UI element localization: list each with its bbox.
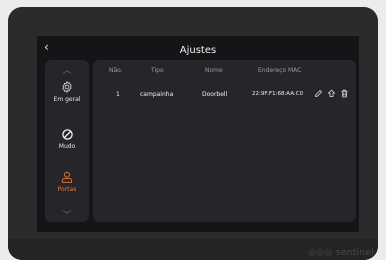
brand-logo-text: sentinel <box>335 248 374 258</box>
sidebar: ︿ Em geral Mudo Portas ﹀ <box>45 60 89 222</box>
devices-table: Não. Tipo Nome Endereço MAC 1 campainha … <box>93 60 356 222</box>
door-person-icon <box>61 171 73 183</box>
sidebar-item-portas[interactable]: Portas <box>45 170 89 193</box>
column-header-name: Nome <box>205 67 223 74</box>
sidebar-item-mudo[interactable]: Mudo <box>45 128 89 150</box>
cell-type: campainha <box>140 91 174 98</box>
settings-screen: ‹ Ajustes ︿ Em geral Mudo Portas ﹀ Não. … <box>37 36 359 232</box>
column-header-no: Não. <box>109 67 123 74</box>
scroll-up-icon[interactable]: ︿ <box>45 63 89 76</box>
sidebar-item-label: Em geral <box>53 96 81 103</box>
sidebar-item-label: Portas <box>57 186 77 193</box>
edit-icon[interactable] <box>314 89 323 98</box>
cell-mac: 22:9F:F1:68:AA:C0 <box>252 91 304 97</box>
sidebar-item-em-geral[interactable]: Em geral <box>45 80 89 103</box>
mute-icon <box>61 129 73 140</box>
page-title: Ajustes <box>179 45 217 56</box>
brand-logo: ◎◎◎ sentinel <box>308 248 374 258</box>
column-header-type: Tipo <box>151 67 164 74</box>
column-header-mac: Endereço MAC <box>258 67 302 74</box>
add-icon[interactable] <box>327 89 336 98</box>
cell-no: 1 <box>116 91 120 98</box>
trash-icon[interactable] <box>340 89 349 98</box>
gear-icon <box>62 80 72 94</box>
sidebar-item-label: Mudo <box>58 143 76 150</box>
cell-name: Doorbell <box>202 91 228 98</box>
scroll-down-icon[interactable]: ﹀ <box>45 208 89 221</box>
